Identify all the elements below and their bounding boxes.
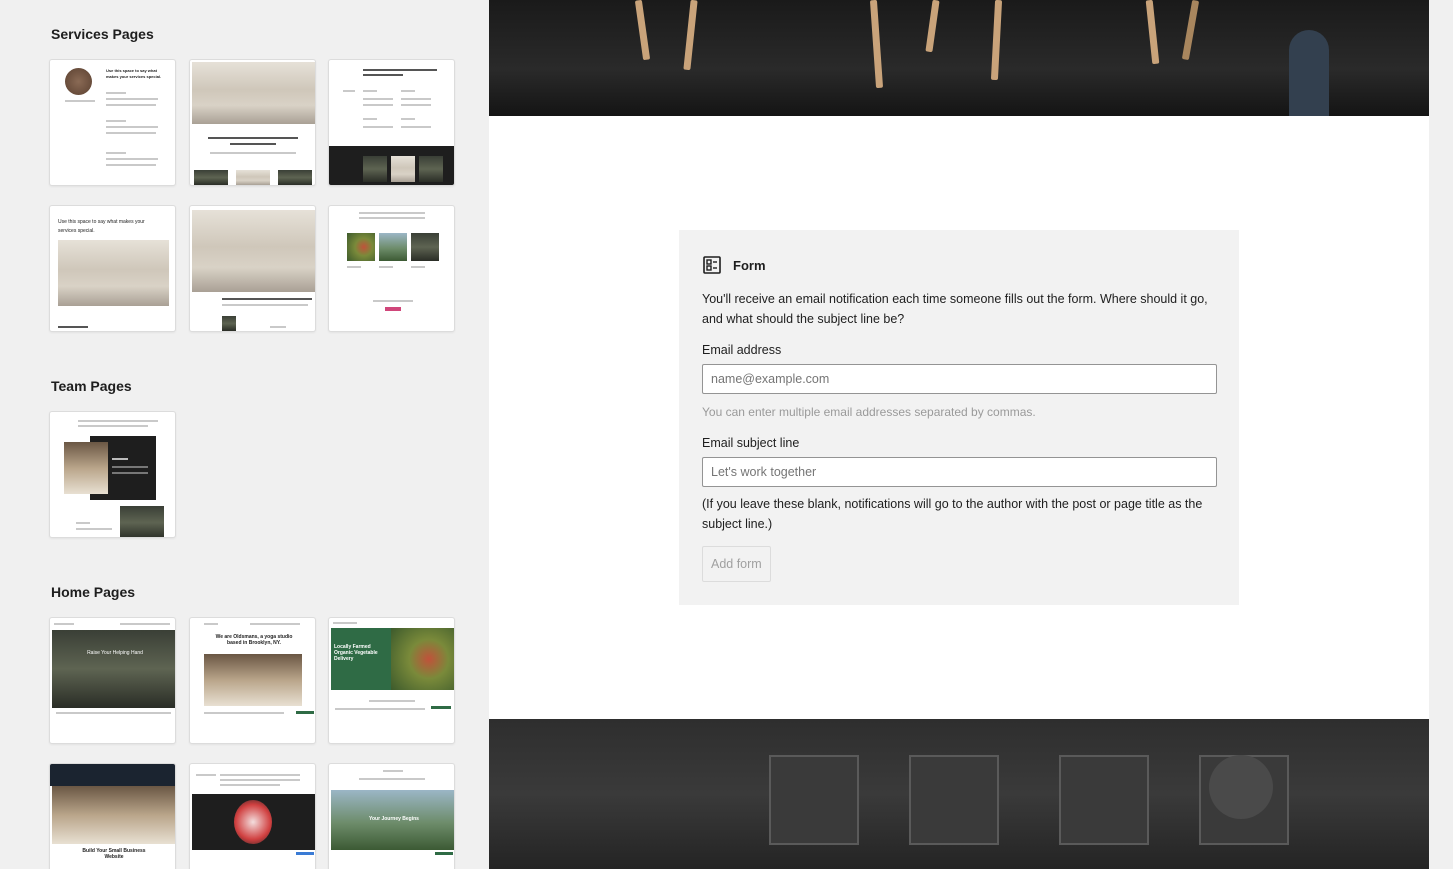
subject-field[interactable] <box>702 457 1217 487</box>
pattern-thumb-home-3[interactable]: Locally Farmed Organic Vegetable Deliver… <box>328 617 455 744</box>
thumb-heading: Use this space to say what makes your se… <box>58 219 145 234</box>
thumb-heading: Raise Your Helping Hand <box>87 650 143 656</box>
pattern-thumb-home-2[interactable]: We are Oldsmans, a yoga studio based in … <box>189 617 316 744</box>
cover-image-bottom <box>489 719 1429 869</box>
subject-label: Email subject line <box>702 436 800 450</box>
pattern-sidebar: Services Pages Use this space to say wha… <box>0 0 489 869</box>
room-photo <box>58 240 169 306</box>
form-note: (If you leave these blank, notifications… <box>702 497 1203 531</box>
right-gutter <box>1429 0 1453 869</box>
pattern-thumb-services-5[interactable] <box>189 205 316 332</box>
email-help-text: You can enter multiple email addresses s… <box>702 405 1036 419</box>
hero-photo <box>391 628 454 690</box>
pattern-thumb-home-4[interactable]: Build Your Small Business Website <box>49 763 176 869</box>
person-photo <box>120 506 164 537</box>
editor-preview: Form You'll receive an email notificatio… <box>489 0 1429 869</box>
hero-photo <box>204 654 302 706</box>
section-title-services: Services Pages <box>51 26 154 42</box>
add-form-button[interactable]: Add form <box>702 546 771 582</box>
section-title-home: Home Pages <box>51 584 136 600</box>
person-photo <box>64 442 108 494</box>
pattern-thumb-services-3[interactable] <box>328 59 455 186</box>
pattern-thumb-services-4[interactable]: Use this space to say what makes your se… <box>49 205 176 332</box>
pattern-thumb-services-1[interactable]: Use this space to say what makes your se… <box>49 59 176 186</box>
thumb-heading: Locally Farmed Organic Vegetable Deliver… <box>334 644 378 662</box>
pattern-thumb-services-6[interactable] <box>328 205 455 332</box>
section-title-team: Team Pages <box>51 378 132 394</box>
form-header: Form <box>702 255 766 275</box>
form-block[interactable]: Form You'll receive an email notificatio… <box>679 230 1239 605</box>
pattern-thumb-home-6[interactable]: Your Journey Begins <box>328 763 455 869</box>
form-description: You'll receive an email notification eac… <box>702 292 1208 326</box>
thumb-heading: We are Oldsmans, a yoga studio based in … <box>215 634 293 646</box>
thumb-heading: Build Your Small Business Website <box>82 848 146 860</box>
hero-photo <box>52 630 175 708</box>
email-label: Email address <box>702 343 782 357</box>
email-field[interactable] <box>702 364 1217 394</box>
avatar-image <box>65 68 92 95</box>
hero-photo <box>52 786 175 844</box>
cover-image-top <box>489 0 1429 116</box>
thumb-heading: Use this space to say what makes your se… <box>106 68 162 79</box>
pattern-thumb-team-1[interactable] <box>49 411 176 538</box>
form-title: Form <box>733 257 766 273</box>
form-icon <box>703 256 721 274</box>
thumb-heading: Your Journey Begins <box>369 816 419 822</box>
room-photo <box>192 62 315 124</box>
pattern-thumb-home-1[interactable]: Raise Your Helping Hand <box>49 617 176 744</box>
pattern-thumb-home-5[interactable] <box>189 763 316 869</box>
pattern-thumb-services-2[interactable] <box>189 59 316 186</box>
room-photo <box>192 210 315 292</box>
